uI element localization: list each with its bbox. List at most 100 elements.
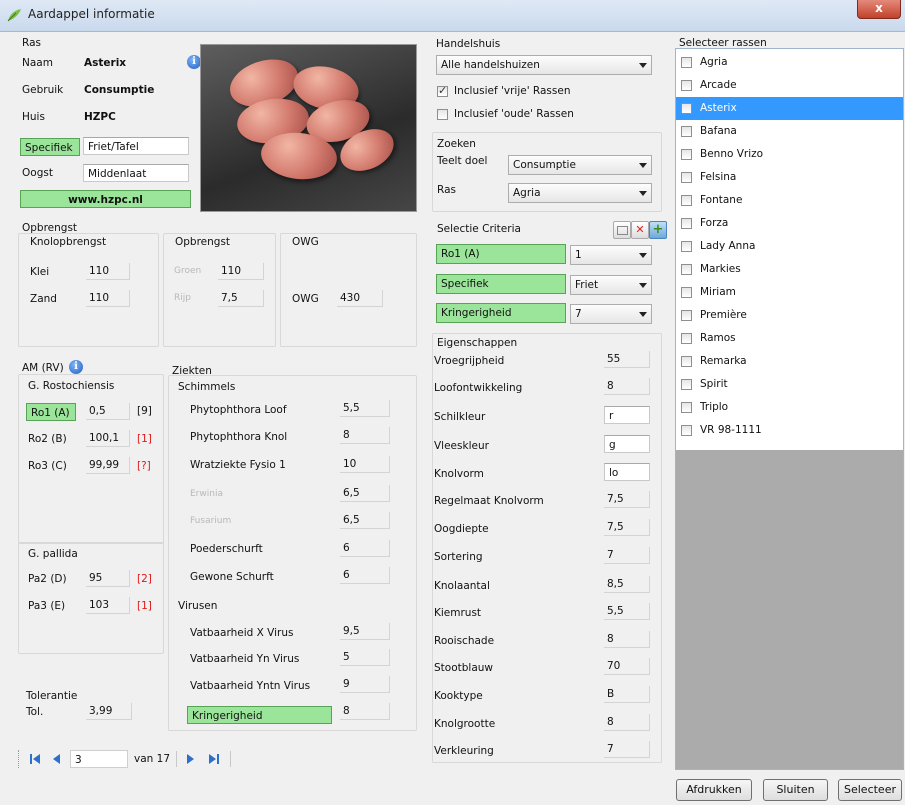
ras-list-item[interactable]: Première xyxy=(676,304,903,327)
grip xyxy=(18,750,21,768)
ras-list-item[interactable]: Triplo xyxy=(676,396,903,419)
ras-checkbox[interactable] xyxy=(681,264,692,275)
ziekte-value: 8 xyxy=(340,427,390,444)
handelshuis-select[interactable]: Alle handelshuizen xyxy=(436,55,652,75)
ras-list-item[interactable]: Spirit xyxy=(676,373,903,396)
ras-section-title: Ras xyxy=(22,37,41,49)
ziekte-label: Erwinia xyxy=(190,489,223,499)
record-number-input[interactable]: 3 xyxy=(70,750,128,768)
previous-record-icon[interactable] xyxy=(50,751,64,767)
ras-checkbox[interactable] xyxy=(681,126,692,137)
next-record-icon[interactable] xyxy=(184,751,198,767)
ras-list-item[interactable]: Markies xyxy=(676,258,903,281)
groen-label: Groen xyxy=(174,266,202,276)
ras-item-label: Fontane xyxy=(700,194,743,206)
teelt-select[interactable]: Consumptie xyxy=(508,155,652,175)
selectie-title: Selectie Criteria xyxy=(437,223,521,235)
ras-list-item[interactable]: VR 98-1111 xyxy=(676,419,903,442)
ras-list-item[interactable]: Agria xyxy=(676,51,903,74)
schimmels-title: Schimmels xyxy=(178,381,236,393)
am-info-icon[interactable]: i xyxy=(69,360,83,374)
ras-checkbox[interactable] xyxy=(681,333,692,344)
ras-item-label: Remarka xyxy=(700,355,747,367)
ras-list-item-selected[interactable]: Asterix xyxy=(676,97,903,120)
ras-select[interactable]: Agria xyxy=(508,183,652,203)
ras-list-item[interactable]: Bafana xyxy=(676,120,903,143)
eigenschap-label: Schilkleur xyxy=(434,411,486,423)
eigenschap-label: Vroegrijpheid xyxy=(434,355,505,367)
criteria-select[interactable]: 1 xyxy=(570,245,652,265)
ziekte-value: 5,5 xyxy=(340,400,390,417)
ras-checkbox[interactable] xyxy=(681,402,692,413)
delete-criteria-icon[interactable]: ✕ xyxy=(631,221,649,239)
eigenschap-label: Vleeskleur xyxy=(434,440,489,452)
gebruik-value: Consumptie xyxy=(84,84,155,96)
eigenschap-value: 7 xyxy=(604,547,650,564)
last-record-icon[interactable] xyxy=(206,751,222,767)
ras-item-label: Ramos xyxy=(700,332,736,344)
ras-item-label: Spirit xyxy=(700,378,728,390)
oude-rassen-label: Inclusief 'oude' Rassen xyxy=(454,108,574,120)
ras-list-item[interactable]: Lady Anna xyxy=(676,235,903,258)
ziekte-label: Fusarium xyxy=(190,516,232,526)
ras-list-item[interactable]: Arcade xyxy=(676,74,903,97)
ziekte-label: Wratziekte Fysio 1 xyxy=(190,459,286,471)
tolerantie-title: Tolerantie xyxy=(26,690,78,702)
oogst-label: Oogst xyxy=(22,167,53,179)
opbrengst-title: Opbrengst xyxy=(175,236,231,248)
ras-checkbox[interactable] xyxy=(681,103,692,114)
add-criteria-icon[interactable]: + xyxy=(649,221,667,239)
ras-checkbox[interactable] xyxy=(681,57,692,68)
handelshuis-title: Handelshuis xyxy=(436,38,501,50)
close-window-button[interactable]: x xyxy=(857,0,901,19)
ras-checkbox[interactable] xyxy=(681,287,692,298)
ras-checkbox[interactable] xyxy=(681,356,692,367)
ras-checkbox[interactable] xyxy=(681,195,692,206)
ras-list-item[interactable]: Ramos xyxy=(676,327,903,350)
ras-checkbox[interactable] xyxy=(681,172,692,183)
ras-checkbox[interactable] xyxy=(681,379,692,390)
ziekte-label: Gewone Schurft xyxy=(190,571,274,583)
oogst-value: Middenlaat xyxy=(83,164,189,182)
eigenschap-value: 8 xyxy=(604,714,650,731)
ziekte-value: 6 xyxy=(340,540,390,557)
info-icon[interactable]: i xyxy=(187,55,201,69)
ras-list-item[interactable]: Benno Vrizo xyxy=(676,143,903,166)
ras-list-item[interactable]: Miriam xyxy=(676,281,903,304)
website-link[interactable]: www.hzpc.nl xyxy=(20,190,191,208)
ras-list-item[interactable]: Remarka xyxy=(676,350,903,373)
ras-item-label: Miriam xyxy=(700,286,736,298)
oude-rassen-checkbox[interactable] xyxy=(437,109,448,120)
criteria-select-value: 7 xyxy=(575,308,582,320)
ziekte-value: 10 xyxy=(340,456,390,473)
eigenschap-value: 5,5 xyxy=(604,603,650,620)
criteria-select[interactable]: 7 xyxy=(570,304,652,324)
ras-checkbox[interactable] xyxy=(681,425,692,436)
ras-list-item[interactable]: Felsina xyxy=(676,166,903,189)
criteria-select[interactable]: Friet xyxy=(570,275,652,295)
ras-checkbox[interactable] xyxy=(681,241,692,252)
ras-checkbox[interactable] xyxy=(681,149,692,160)
edit-criteria-icon[interactable] xyxy=(613,221,631,239)
ras-list-item[interactable]: Fontane xyxy=(676,189,903,212)
ras-checkbox[interactable] xyxy=(681,310,692,321)
kringerigheid-label: Kringerigheid xyxy=(187,706,332,724)
ras-checkbox[interactable] xyxy=(681,80,692,91)
vrije-rassen-checkbox[interactable] xyxy=(437,84,448,97)
virusen-title: Virusen xyxy=(178,600,218,612)
eigenschap-value: B xyxy=(604,686,650,703)
eigenschap-value: 8,5 xyxy=(604,576,650,593)
ziekte-value: 6 xyxy=(340,567,390,584)
eigenschap-label: Regelmaat Knolvorm xyxy=(434,495,544,507)
ras-list-item[interactable]: Forza xyxy=(676,212,903,235)
eigenschap-value: 70 xyxy=(604,658,650,675)
eigenschap-value: 7,5 xyxy=(604,491,650,508)
select-button[interactable]: Selecteer xyxy=(838,779,902,801)
first-record-icon[interactable] xyxy=(28,751,44,767)
klei-value: 110 xyxy=(86,263,130,280)
print-button[interactable]: Afdrukken xyxy=(676,779,752,801)
close-button[interactable]: Sluiten xyxy=(763,779,828,801)
chevron-down-icon xyxy=(639,312,647,317)
ras-checkbox[interactable] xyxy=(681,218,692,229)
record-count-label: van 17 xyxy=(134,753,171,765)
